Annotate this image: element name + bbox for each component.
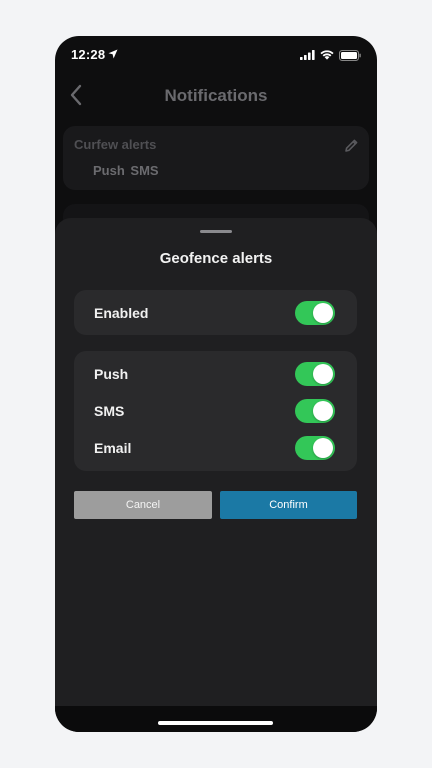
location-arrow-icon (108, 49, 118, 59)
push-row: Push (74, 355, 357, 392)
geofence-alerts-sheet: Geofence alerts Enabled Push SMS Email C… (55, 218, 377, 706)
push-label: Push (94, 365, 129, 382)
sms-row: SMS (74, 392, 357, 429)
pencil-icon[interactable] (344, 138, 359, 153)
enabled-toggle[interactable] (295, 300, 335, 325)
email-toggle[interactable] (295, 435, 335, 460)
push-toggle[interactable] (295, 361, 335, 386)
home-indicator-area (55, 706, 377, 732)
sms-toggle[interactable] (295, 398, 335, 423)
wifi-icon (320, 50, 334, 60)
channels-group: Push SMS Email (74, 351, 357, 471)
status-icons (300, 49, 361, 61)
toggle-knob (313, 400, 333, 421)
page-title: Notifications (164, 86, 268, 105)
enabled-label: Enabled (94, 304, 149, 321)
cancel-button[interactable]: Cancel (74, 491, 212, 519)
battery-icon (339, 49, 361, 61)
enabled-row: Enabled (74, 294, 357, 331)
toggle-knob (313, 302, 333, 323)
status-time: 12:28 (71, 47, 106, 62)
sms-label: SMS (94, 402, 125, 419)
curfew-alerts-channels: Push SMS (93, 163, 159, 178)
cellular-signal-icon (300, 50, 315, 60)
curfew-alerts-title: Curfew alerts (74, 137, 157, 152)
sheet-title: Geofence alerts (159, 250, 273, 267)
toggle-knob (313, 363, 333, 384)
email-row: Email (74, 429, 357, 466)
confirm-button[interactable]: Confirm (220, 491, 357, 519)
home-indicator[interactable] (158, 721, 273, 725)
email-label: Email (94, 439, 132, 456)
enabled-group: Enabled (74, 290, 357, 335)
phone-screen: 12:28 Notifications Curfew alerts Push S… (55, 36, 377, 732)
status-bar: 12:28 (55, 36, 377, 74)
sheet-grabber[interactable] (200, 230, 232, 233)
toggle-knob (313, 437, 333, 458)
nav-header: Notifications (55, 76, 377, 116)
curfew-alerts-card[interactable]: Curfew alerts Push SMS (63, 126, 369, 190)
